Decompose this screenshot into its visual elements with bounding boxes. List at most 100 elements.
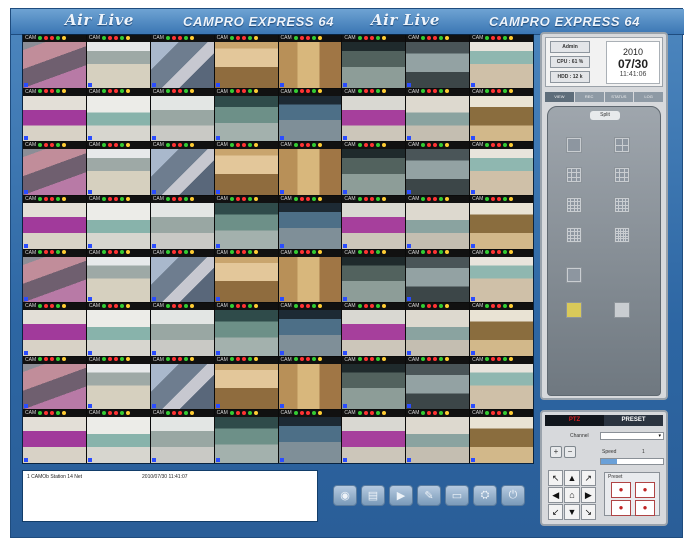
layout-13-icon[interactable]	[566, 227, 582, 243]
camera-tile[interactable]: CAM	[150, 356, 214, 410]
sequence-icon[interactable]	[614, 302, 630, 318]
channel-select[interactable]: ▾	[600, 432, 664, 440]
camera-tile[interactable]: CAM	[470, 142, 533, 195]
camera-tile[interactable]: CAM	[342, 410, 406, 463]
layout-6-icon[interactable]	[566, 167, 582, 183]
arrow-right-icon[interactable]: ▶	[580, 487, 596, 503]
camera-tile[interactable]: CAM	[86, 249, 150, 303]
arrow-up-icon[interactable]: ▲	[564, 470, 580, 486]
camera-tile[interactable]: CAM	[150, 195, 214, 249]
camera-tile[interactable]: CAM	[214, 410, 278, 463]
camera-tile[interactable]: CAM	[342, 35, 406, 88]
tab-ptz[interactable]: PTZ	[545, 415, 604, 426]
camera-tile[interactable]: CAM	[470, 303, 533, 356]
camera-tile[interactable]: CAM	[86, 195, 150, 249]
camera-tile[interactable]: CAM	[342, 356, 406, 410]
log-entry[interactable]: 1 CAMOb Station 14 Net 2010/07/30 11:41:…	[27, 474, 313, 480]
camera-tile[interactable]: CAM	[406, 35, 470, 88]
full-screen-icon[interactable]	[566, 302, 582, 318]
layout-25-icon[interactable]	[614, 227, 630, 243]
camera-tile[interactable]: CAM	[278, 195, 342, 249]
camera-tile[interactable]: CAM	[214, 249, 278, 303]
layout-10-icon[interactable]	[566, 197, 582, 213]
camera-tile[interactable]: CAM	[406, 356, 470, 410]
camera-tile[interactable]: CAM	[23, 88, 86, 142]
camera-tile[interactable]: CAM	[470, 195, 533, 249]
camera-tile[interactable]: CAM	[23, 249, 86, 303]
camera-tile[interactable]: CAM	[23, 195, 86, 249]
camera-tile[interactable]: CAM	[470, 249, 533, 303]
camera-tile[interactable]: CAM	[406, 249, 470, 303]
tab-status[interactable]: STATUS	[604, 92, 634, 102]
window-icon[interactable]: ▭	[445, 484, 469, 506]
speed-slider[interactable]	[600, 458, 664, 465]
preset-4-icon[interactable]: ●	[635, 500, 655, 516]
tab-rec[interactable]: REC	[574, 92, 604, 102]
tab-view[interactable]: VIEW	[545, 92, 574, 102]
camera-tile[interactable]: CAM	[23, 303, 86, 356]
camera-tile[interactable]: CAM	[406, 88, 470, 142]
preset-3-icon[interactable]: ●	[611, 500, 631, 516]
preset-1-icon[interactable]: ●	[611, 482, 631, 498]
camera-tile[interactable]: CAM	[342, 142, 406, 195]
camera-tile[interactable]: CAM	[150, 142, 214, 195]
layout-custom-icon[interactable]	[566, 267, 582, 283]
camera-tile[interactable]: CAM	[23, 410, 86, 463]
arrow-left-icon[interactable]: ◀	[548, 487, 564, 503]
preset-2-icon[interactable]: ●	[635, 482, 655, 498]
camera-tile[interactable]: CAM	[23, 142, 86, 195]
camera-tile[interactable]: CAM	[23, 356, 86, 410]
arrow-up-right-icon[interactable]: ↗	[580, 470, 596, 486]
camera-tile[interactable]: CAM	[86, 142, 150, 195]
zoom-out-icon[interactable]: −	[564, 446, 576, 458]
camera-tile[interactable]: CAM	[150, 303, 214, 356]
arrow-down-icon[interactable]: ▼	[564, 504, 580, 520]
user-button[interactable]: Admin	[550, 41, 590, 53]
camera-tile[interactable]: CAM	[150, 88, 214, 142]
layout-9-icon[interactable]	[614, 167, 630, 183]
camera-tile[interactable]: CAM	[470, 410, 533, 463]
camera-tile[interactable]: CAM	[86, 410, 150, 463]
camera-tile[interactable]: CAM	[150, 35, 214, 88]
layout-1-icon[interactable]	[566, 137, 582, 153]
play-icon[interactable]: ▶	[389, 484, 413, 506]
camera-tile[interactable]: CAM	[214, 35, 278, 88]
camera-tile[interactable]: CAM	[86, 88, 150, 142]
power-icon[interactable]: ⏻	[501, 484, 525, 506]
camera-tile[interactable]: CAM	[214, 195, 278, 249]
network-icon[interactable]: ⛭	[473, 484, 497, 506]
list-icon[interactable]: ▤	[361, 484, 385, 506]
camera-tile[interactable]: CAM	[342, 249, 406, 303]
arrow-down-right-icon[interactable]: ↘	[580, 504, 596, 520]
camera-tile[interactable]: CAM	[86, 303, 150, 356]
zoom-in-icon[interactable]: +	[550, 446, 562, 458]
camera-tile[interactable]: CAM	[278, 35, 342, 88]
camera-tile[interactable]: CAM	[86, 35, 150, 88]
camera-tile[interactable]: CAM	[406, 142, 470, 195]
camera-tile[interactable]: CAM	[278, 249, 342, 303]
camera-tile[interactable]: CAM	[23, 35, 86, 88]
camera-icon[interactable]: ◉	[333, 484, 357, 506]
camera-tile[interactable]: CAM	[470, 35, 533, 88]
arrow-up-left-icon[interactable]: ↖	[548, 470, 564, 486]
camera-tile[interactable]: CAM	[470, 356, 533, 410]
tab-preset[interactable]: PRESET	[604, 415, 663, 426]
camera-tile[interactable]: CAM	[342, 195, 406, 249]
home-icon[interactable]: ⌂	[564, 487, 580, 503]
camera-tile[interactable]: CAM	[150, 249, 214, 303]
arrow-down-left-icon[interactable]: ↙	[548, 504, 564, 520]
camera-tile[interactable]: CAM	[278, 410, 342, 463]
layout-16-icon[interactable]	[614, 197, 630, 213]
camera-tile[interactable]: CAM	[214, 142, 278, 195]
camera-tile[interactable]: CAM	[278, 142, 342, 195]
camera-tile[interactable]: CAM	[406, 303, 470, 356]
camera-tile[interactable]: CAM	[278, 356, 342, 410]
tab-log[interactable]: LOG	[634, 92, 663, 102]
camera-tile[interactable]: CAM	[406, 410, 470, 463]
camera-tile[interactable]: CAM	[86, 356, 150, 410]
camera-tile[interactable]: CAM	[342, 303, 406, 356]
layout-4-icon[interactable]	[614, 137, 630, 153]
camera-tile[interactable]: CAM	[406, 195, 470, 249]
camera-tile[interactable]: CAM	[214, 356, 278, 410]
camera-tile[interactable]: CAM	[278, 303, 342, 356]
